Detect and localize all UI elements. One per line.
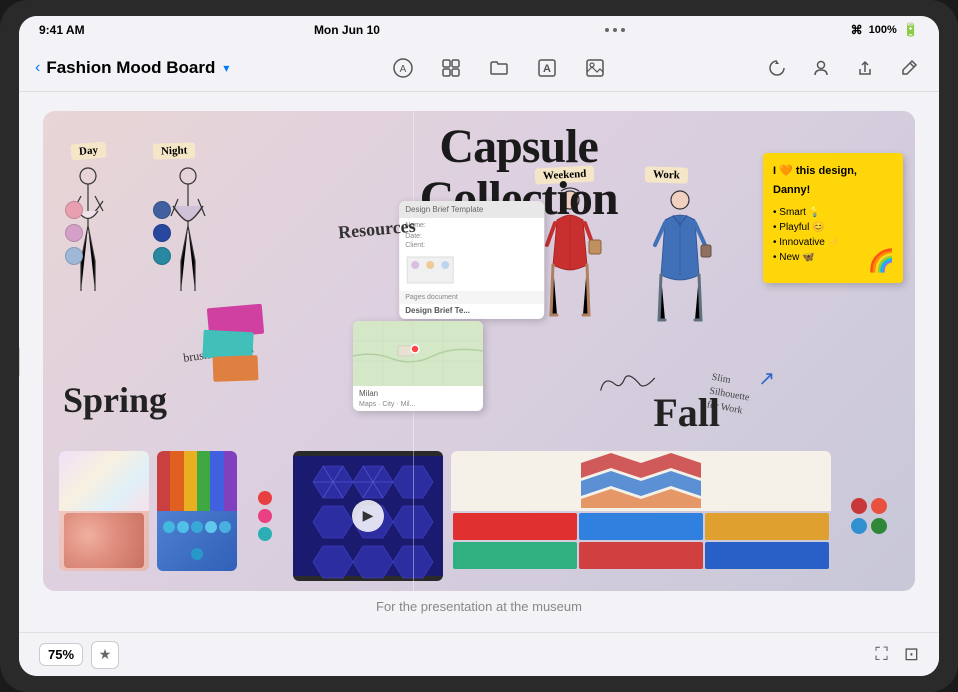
annotate-button[interactable]: A (389, 54, 417, 82)
day-color-swatches (65, 201, 83, 265)
swatch-lavender (65, 224, 83, 242)
color-swatch-grid (451, 511, 831, 571)
collaborate-button[interactable] (807, 54, 835, 82)
map-visual (353, 321, 483, 386)
image-button[interactable] (581, 54, 609, 82)
freeform-canvas[interactable]: Capsule Collection Day Night (43, 111, 915, 591)
doc-card-footer: Pages document (399, 291, 544, 304)
ipad-screen: 9:41 AM Mon Jun 10 ⌘ 100% 🔋 ‹ Fashion Mo… (19, 16, 939, 676)
night-color-swatches (153, 201, 171, 265)
sticky-note-line2: Danny! (773, 182, 893, 199)
doc-card-header: Design Brief Template (399, 201, 544, 218)
battery-icon: 🔋 (903, 22, 919, 38)
bottom-bar: 75% ★ ⛶ ⊡ (19, 632, 939, 676)
pencils-cell (157, 451, 237, 581)
sticky-note-line1: I 🧡 this design, (773, 163, 893, 180)
share-button[interactable] (851, 54, 879, 82)
zoom-level[interactable]: 75% (39, 643, 83, 666)
grid-cell-1 (453, 513, 577, 540)
back-button[interactable]: ‹ (35, 59, 40, 77)
side-handle[interactable] (19, 347, 20, 377)
svg-text:A: A (543, 63, 551, 75)
grid-cell-5 (579, 542, 703, 569)
map-label: Milan (353, 386, 483, 401)
map-card[interactable]: Milan Maps · City · Mil... (353, 321, 483, 411)
structure-button[interactable]: ⛶ (875, 644, 888, 665)
folder-button[interactable] (485, 54, 513, 82)
canvas-caption: For the presentation at the museum (376, 599, 582, 614)
grid-cell-6 (705, 542, 829, 569)
history-button[interactable] (763, 54, 791, 82)
main-content: Capsule Collection Day Night (19, 92, 939, 632)
rainbow-emoji: 🌈 (868, 244, 895, 277)
status-dot-2 (613, 28, 617, 32)
swatch-dark-blue (153, 224, 171, 242)
day-label: Day (70, 141, 106, 160)
bottom-right-icons: ⛶ ⊡ (875, 644, 919, 665)
wifi-icon: ⌘ (851, 23, 863, 37)
grid-cell-2 (579, 513, 703, 540)
color-dots-cell (245, 451, 285, 581)
zoom-indicator: 75% ★ (39, 641, 119, 669)
swatch-teal (153, 247, 171, 265)
night-label: Night (153, 142, 196, 159)
spring-label: Spring (63, 379, 167, 421)
status-dot-3 (621, 28, 625, 32)
work-figure (645, 185, 720, 345)
status-center (605, 28, 625, 32)
toolbar-left: ‹ Fashion Mood Board ▾ (35, 58, 235, 78)
pastel-cell (59, 451, 149, 581)
grid-cell-4 (453, 542, 577, 569)
toolbar: ‹ Fashion Mood Board ▾ A (19, 44, 939, 92)
fall-label: Fall (653, 389, 720, 436)
circle-dots-cell (839, 451, 899, 581)
grid-cell-3 (705, 513, 829, 540)
swatch-blue (65, 247, 83, 265)
edit-button[interactable] (895, 54, 923, 82)
view-button[interactable] (437, 54, 465, 82)
status-bar: 9:41 AM Mon Jun 10 ⌘ 100% 🔋 (19, 16, 939, 44)
swatch-navy (153, 201, 171, 219)
map-sublabel: Maps · City · Mil... (353, 401, 483, 411)
svg-text:A: A (400, 64, 407, 75)
battery-level: 100% (869, 24, 897, 36)
doc-card-body: Name: Date: Client: (399, 218, 544, 291)
document-card[interactable]: Design Brief Template Name: Date: Client… (399, 201, 544, 319)
colorful-grid-cell (451, 451, 831, 581)
play-button[interactable]: ▶ (352, 500, 384, 532)
toolbar-center: A (235, 54, 763, 82)
status-date: Mon Jun 10 (314, 23, 380, 37)
doc-card-name: Design Brief Te... (399, 304, 544, 319)
work-label: Work (645, 166, 688, 183)
text-button[interactable]: A (533, 54, 561, 82)
arrow-annotation: ↗ (758, 366, 775, 391)
title-chevron-icon[interactable]: ▾ (223, 61, 229, 75)
status-dot-1 (605, 28, 609, 32)
moroccan-tile-cell[interactable]: ▶ (293, 451, 443, 581)
bottom-swatches-row: ▶ (59, 451, 899, 581)
ipad-frame: 9:41 AM Mon Jun 10 ⌘ 100% 🔋 ‹ Fashion Mo… (0, 0, 958, 692)
status-time: 9:41 AM (39, 23, 85, 37)
fabric-swatches (198, 306, 268, 406)
status-right: ⌘ 100% 🔋 (851, 22, 919, 38)
document-title: Fashion Mood Board (46, 58, 215, 78)
swatch-pink (65, 201, 83, 219)
toolbar-right (763, 54, 923, 82)
sticky-note: I 🧡 this design, Danny! • Smart 💡 • Play… (763, 153, 903, 283)
fullscreen-button[interactable]: ⊡ (904, 644, 919, 665)
star-button[interactable]: ★ (91, 641, 119, 669)
